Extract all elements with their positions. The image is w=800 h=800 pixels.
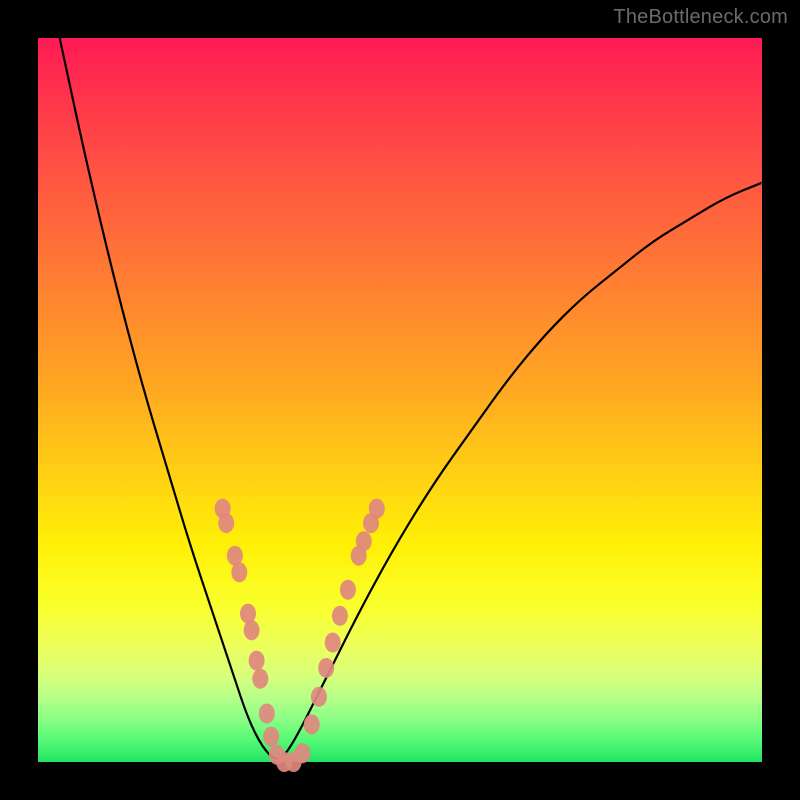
chart-svg <box>38 38 762 762</box>
marker-dot <box>252 669 268 689</box>
marker-dot <box>263 727 279 747</box>
marker-dot <box>318 658 334 678</box>
watermark-text: TheBottleneck.com <box>613 6 788 29</box>
marker-dot <box>332 606 348 626</box>
marker-dot <box>294 743 310 763</box>
marker-dot <box>259 704 275 724</box>
marker-dot <box>231 562 247 582</box>
marker-dot <box>356 531 372 551</box>
marker-dot <box>340 580 356 600</box>
marker-dot <box>244 620 260 640</box>
chart-frame: TheBottleneck.com <box>0 0 800 800</box>
marker-dot <box>304 714 320 734</box>
marker-dot <box>218 513 234 533</box>
bottleneck-curve <box>60 38 762 758</box>
marker-dot <box>249 651 265 671</box>
marker-dot <box>369 499 385 519</box>
marker-dot <box>311 687 327 707</box>
marker-dot <box>325 633 341 653</box>
plot-area <box>38 38 762 762</box>
